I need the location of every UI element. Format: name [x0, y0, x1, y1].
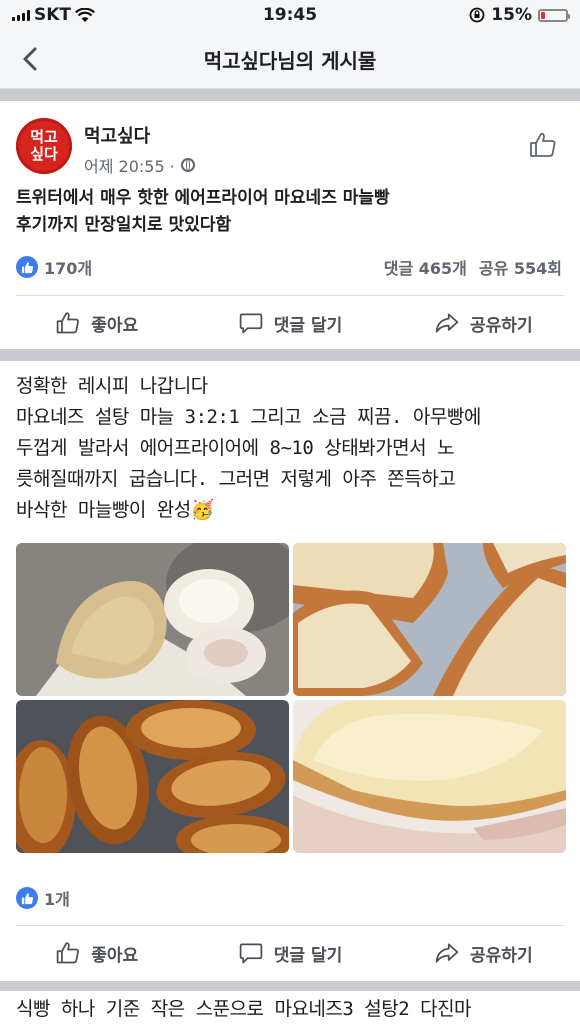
section-separator [0, 981, 580, 991]
share-button[interactable]: 공유하기 [387, 298, 580, 348]
share-arrow-icon [435, 943, 459, 963]
comment-button-label: 댓글 달기 [273, 945, 343, 966]
thumbs-up-icon [56, 312, 80, 334]
post-header: 먹고 싶다 먹고싶다 어제 20:55 · [16, 118, 195, 177]
thumbs-up-icon [56, 942, 80, 964]
battery-icon [538, 8, 570, 22]
comment-line: 식빵 하나 기준 작은 스푼으로 마요네즈3 설탕2 다진마 [16, 998, 472, 1020]
status-bar: SKT 19:45 15% [0, 0, 580, 30]
avatar[interactable]: 먹고 싶다 [16, 118, 72, 174]
comment-button[interactable]: 댓글 달기 [193, 928, 386, 978]
comment-line: 정확한 레시피 나갑니다 [16, 375, 208, 397]
engagement-counts: 댓글 465개 공유 554회 [384, 255, 562, 279]
photo-grid [16, 543, 566, 853]
battery-percent: 15% [491, 5, 532, 25]
like-button-label: 좋아요 [91, 315, 139, 336]
section-separator [0, 349, 580, 361]
avatar-text-line-2: 싶다 [30, 145, 58, 163]
like-button[interactable]: 좋아요 [0, 298, 193, 348]
photo-baked-bread[interactable] [16, 700, 289, 853]
comment-line: 바삭한 마늘빵이 완성🥳 [16, 499, 214, 521]
like-button-label: 좋아요 [91, 945, 139, 966]
photo-closeup[interactable] [293, 700, 566, 853]
photo-spread-bread-image [293, 543, 566, 696]
like-button[interactable]: 좋아요 [0, 928, 193, 978]
divider [16, 925, 564, 926]
comment-line: 마요네즈 설탕 마늘 3:2:1 그리고 소금 찌끔. 아무빵에 [16, 406, 481, 428]
status-right: 15% [469, 5, 570, 25]
divider [16, 295, 564, 296]
photo-ingredients[interactable] [16, 543, 289, 696]
share-button[interactable]: 공유하기 [387, 928, 580, 978]
share-count[interactable]: 공유 554회 [479, 255, 562, 279]
comment-line: 릇해질때까지 굽습니다. 그러면 저렇게 아주 쫀득하고 [16, 468, 456, 490]
comment-like-count-label: 1개 [44, 890, 70, 909]
comment-like-count[interactable]: 1개 [16, 886, 70, 910]
comment-line: 두껍게 발라서 에어프라이어에 8~10 상태봐가면서 노 [16, 437, 455, 459]
globe-icon [180, 158, 195, 172]
comment-button[interactable]: 댓글 달기 [193, 298, 386, 348]
thumbs-up-icon[interactable] [528, 130, 558, 160]
comment-count[interactable]: 댓글 465개 [384, 255, 467, 279]
comment-bubble-icon [239, 313, 263, 334]
share-button-label: 공유하기 [470, 315, 533, 336]
like-reaction-icon [16, 256, 38, 278]
post-stats: 170개 댓글 465개 공유 554회 [16, 255, 562, 281]
comment-text: 정확한 레시피 나갑니다 마요네즈 설탕 마늘 3:2:1 그리고 소금 찌끔.… [16, 371, 566, 526]
section-separator [0, 89, 580, 101]
comment-bubble-icon [239, 943, 263, 964]
photo-closeup-image [293, 700, 566, 853]
photo-baked-bread-image [16, 700, 289, 853]
next-comment-text: 식빵 하나 기준 작은 스푼으로 마요네즈3 설탕2 다진마 [16, 994, 566, 1025]
post-text-line: 트위터에서 매우 핫한 에어프라이어 마요네즈 마늘빵 [16, 188, 390, 208]
author-name[interactable]: 먹고싶다 [84, 122, 195, 148]
orientation-lock-icon [469, 7, 485, 23]
post-meta: 어제 20:55 · [84, 153, 195, 177]
like-reaction-icon [16, 887, 38, 909]
post-action-bar: 좋아요 댓글 달기 공유하기 [0, 298, 580, 348]
post-timestamp[interactable]: 어제 20:55 · [84, 153, 175, 177]
author-block: 먹고싶다 어제 20:55 · [84, 122, 195, 177]
post-text-line: 후기까지 만장일치로 맛있다함 [16, 215, 232, 235]
nav-bar: 먹고싶다님의 게시물 [0, 30, 580, 89]
like-count[interactable]: 170개 [16, 255, 92, 279]
comment-stats: 1개 [16, 886, 562, 912]
photo-spread-bread[interactable] [293, 543, 566, 696]
post-text: 트위터에서 매우 핫한 에어프라이어 마요네즈 마늘빵 후기까지 만장일치로 맛… [16, 185, 390, 239]
page-title: 먹고싶다님의 게시물 [203, 49, 377, 73]
comment-button-label: 댓글 달기 [273, 315, 343, 336]
avatar-text-line-1: 먹고 [30, 128, 58, 146]
share-button-label: 공유하기 [470, 945, 533, 966]
comment-action-bar: 좋아요 댓글 달기 공유하기 [0, 928, 580, 978]
photo-ingredients-image [16, 543, 289, 696]
share-arrow-icon [435, 313, 459, 333]
like-count-label: 170개 [44, 259, 93, 278]
